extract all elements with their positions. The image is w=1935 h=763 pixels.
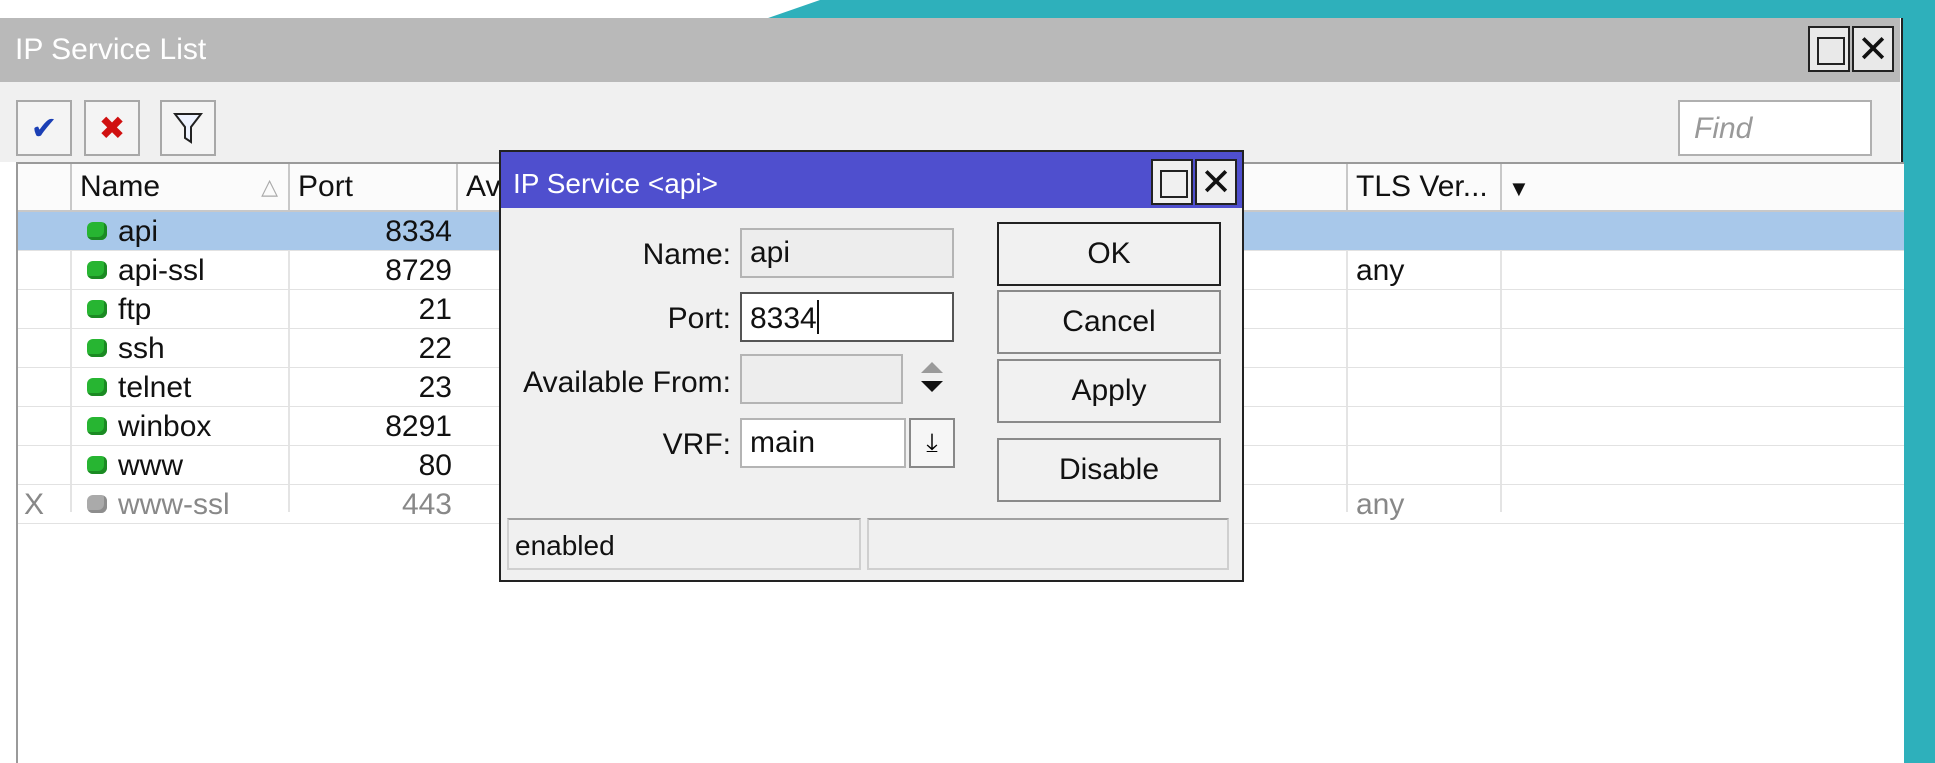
row-name: telnet <box>72 368 290 407</box>
cancel-button[interactable]: Cancel <box>997 290 1221 354</box>
status-icon <box>87 495 107 513</box>
status-icon <box>87 378 107 396</box>
available-from-field[interactable] <box>740 354 903 404</box>
row-port: 21 <box>418 293 452 326</box>
row-tls <box>1348 290 1498 329</box>
sort-ascending-icon: △ <box>261 174 278 199</box>
status-bar-secondary <box>867 518 1229 570</box>
row-flag <box>18 407 72 446</box>
row-name: www <box>72 446 290 485</box>
close-icon: ✕ <box>1200 160 1232 204</box>
find-placeholder: Find <box>1694 112 1753 145</box>
row-port: 80 <box>418 449 452 482</box>
row-flag: X <box>24 488 45 521</box>
text-caret <box>816 300 819 334</box>
maximize-icon <box>1160 170 1188 198</box>
x-icon: ✖ <box>98 109 126 147</box>
row-flag <box>18 251 72 290</box>
status-icon <box>87 456 107 474</box>
row-name: winbox <box>72 407 290 446</box>
col-flag[interactable] <box>18 164 72 210</box>
filter-icon <box>172 113 204 144</box>
row-flag <box>18 290 72 329</box>
row-port: 443 <box>401 488 452 521</box>
status-icon <box>87 261 107 279</box>
enable-button[interactable]: ✔ <box>16 100 72 156</box>
col-port[interactable]: Port <box>290 164 458 210</box>
column-menu-button[interactable]: ▼ <box>1502 164 1542 210</box>
port-field[interactable]: 8334 <box>740 292 954 342</box>
row-name: ftp <box>72 290 290 329</box>
row-tls <box>1348 446 1498 485</box>
col-tls-label: TLS Ver... <box>1356 170 1488 203</box>
row-tls: any <box>1356 254 1405 287</box>
col-name[interactable]: Name △ <box>72 164 290 210</box>
status-icon <box>87 339 107 357</box>
row-name: api-ssl <box>72 251 290 290</box>
dialog-close-button[interactable]: ✕ <box>1195 159 1237 205</box>
vrf-select[interactable]: main <box>740 418 906 468</box>
status-bar: enabled <box>507 518 861 570</box>
port-label: Port: <box>667 302 731 335</box>
add-remove-spin-icon[interactable] <box>917 357 947 397</box>
name-label: Name: <box>642 238 731 271</box>
row-port: 8729 <box>385 254 452 287</box>
row-tls: any <box>1356 488 1405 521</box>
status-text: enabled <box>515 530 615 561</box>
row-tls <box>1348 407 1498 446</box>
row-port: 22 <box>418 332 452 365</box>
find-input[interactable]: Find <box>1678 100 1872 156</box>
status-icon <box>87 300 107 318</box>
window-title: IP Service List <box>15 33 207 66</box>
maximize-icon <box>1817 37 1845 65</box>
row-flag <box>18 368 72 407</box>
dialog-title: IP Service <api> <box>513 168 718 199</box>
close-icon: ✕ <box>1857 27 1889 71</box>
col-name-label: Name <box>80 170 161 203</box>
ok-button[interactable]: OK <box>997 222 1221 286</box>
vrf-label: VRF: <box>662 428 731 461</box>
dialog-maximize-button[interactable] <box>1151 159 1193 205</box>
col-tls-version[interactable]: TLS Ver... <box>1348 164 1502 210</box>
row-port: 8334 <box>385 215 452 248</box>
row-tls <box>1348 212 1498 251</box>
row-flag <box>18 329 72 368</box>
row-name: api <box>72 212 290 251</box>
col-available-label: Av <box>466 170 501 203</box>
disable-button[interactable]: Disable <box>997 438 1221 502</box>
row-flag <box>18 212 72 251</box>
maximize-button[interactable] <box>1808 26 1850 72</box>
row-port: 8291 <box>385 410 452 443</box>
ip-service-dialog: IP Service <api> ✕ Name: api Port: 8334 … <box>499 150 1244 582</box>
row-tls <box>1348 368 1498 407</box>
window-title-bar[interactable]: IP Service List ✕ <box>0 18 1900 82</box>
name-field[interactable]: api <box>740 228 954 278</box>
dropdown-arrow-icon: ⤓ <box>926 428 938 458</box>
row-name: www-ssl <box>72 485 290 524</box>
disable-button[interactable]: ✖ <box>84 100 140 156</box>
check-icon: ✔ <box>30 109 58 147</box>
row-port: 23 <box>418 371 452 404</box>
dropdown-arrow-icon: ▼ <box>1508 176 1530 201</box>
col-port-label: Port <box>298 170 354 203</box>
status-icon <box>87 417 107 435</box>
vrf-dropdown-button[interactable]: ⤓ <box>909 418 955 468</box>
apply-button[interactable]: Apply <box>997 359 1221 423</box>
row-flag <box>18 446 72 485</box>
filter-button[interactable] <box>160 100 216 156</box>
close-button[interactable]: ✕ <box>1852 26 1894 72</box>
available-from-label: Available From: <box>523 366 731 399</box>
row-name: ssh <box>72 329 290 368</box>
status-icon <box>87 222 107 240</box>
dialog-title-bar[interactable]: IP Service <api> ✕ <box>501 152 1242 208</box>
row-tls <box>1348 329 1498 368</box>
